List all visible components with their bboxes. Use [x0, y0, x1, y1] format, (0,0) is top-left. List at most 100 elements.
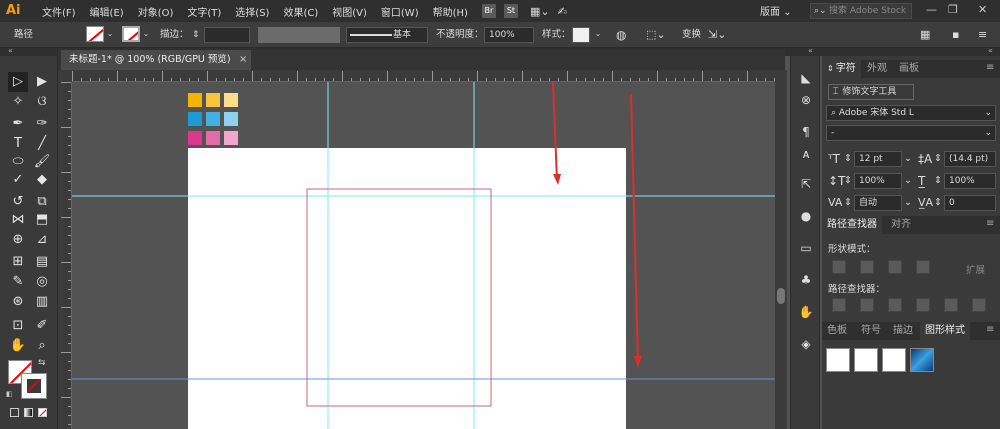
chevron-down-icon[interactable]: ⌄	[140, 27, 152, 41]
isolate-group-icon[interactable]: ⇲⌄	[708, 27, 726, 43]
type-tool-icon[interactable]: T	[8, 134, 28, 154]
tab-stroke[interactable]: 描边	[888, 322, 918, 340]
paragraph-styles-icon[interactable]: ¶	[798, 124, 814, 140]
gpu-performance-icon[interactable]: ✍	[558, 5, 567, 18]
graphic-style-swatch[interactable]	[572, 27, 590, 43]
brushes-panel-icon[interactable]: ✋	[798, 304, 814, 320]
double-chevron-icon[interactable]: «	[8, 46, 13, 55]
tab-align[interactable]: 对齐	[886, 216, 916, 234]
artboard-tool-icon[interactable]: ⊡	[8, 316, 28, 336]
column-graph-tool-icon[interactable]: ▥	[32, 292, 52, 312]
panel-menu-icon[interactable]: ≡	[986, 62, 994, 73]
pen-tool-icon[interactable]: ✒	[8, 114, 28, 134]
magic-wand-tool-icon[interactable]: ✧	[8, 92, 28, 112]
close-document-icon[interactable]: ×	[239, 50, 247, 70]
kerning-field[interactable]: 自动	[854, 195, 902, 211]
shape-builder-tool-icon[interactable]: ⊕	[8, 230, 28, 250]
variable-width-profile[interactable]	[258, 27, 340, 43]
panel-grid-icon[interactable]: ▪	[952, 27, 959, 43]
chevron-down-icon[interactable]: ⌄	[592, 27, 604, 41]
gradient-mode-button[interactable]	[24, 408, 33, 417]
gradient-tool-icon[interactable]: ▤	[32, 252, 52, 272]
eraser-tool-icon[interactable]: ◆	[32, 170, 52, 190]
expand-button[interactable]: 扩展	[966, 262, 985, 276]
horizontal-ruler[interactable]	[72, 70, 775, 82]
menu-edit[interactable]: 编辑(E)	[90, 4, 124, 19]
gradient-panel-icon[interactable]: ▭	[798, 240, 814, 256]
font-size-field[interactable]: 12 pt	[854, 151, 902, 167]
stroke-swatch[interactable]	[122, 26, 140, 42]
arrange-documents-icon[interactable]: ▦⌄	[530, 5, 550, 18]
menu-file[interactable]: 文件(F)	[42, 4, 76, 19]
font-style-dropdown[interactable]: - ⌄	[826, 125, 996, 141]
chevron-down-icon[interactable]: ⌄	[104, 27, 116, 41]
double-chevron-icon[interactable]: «	[808, 46, 813, 55]
layers-panel-icon[interactable]: ◈	[798, 336, 814, 352]
trim-button[interactable]	[860, 298, 874, 312]
fill-swatch[interactable]	[86, 26, 104, 42]
menu-select[interactable]: 选择(S)	[235, 4, 269, 19]
ruler-origin[interactable]	[58, 70, 72, 82]
symbol-sprayer-tool-icon[interactable]: ⊛	[8, 292, 28, 312]
transparency-panel-icon[interactable]: ●	[798, 208, 814, 224]
tab-character[interactable]: ⇕ 字符	[822, 60, 861, 78]
perspective-grid-tool-icon[interactable]: ⊿	[32, 230, 52, 250]
curvature-tool-icon[interactable]: ✑	[32, 114, 52, 134]
stock-search-input[interactable]: ⌕⌄ 搜索 Adobe Stock	[810, 3, 912, 19]
stepper-icon[interactable]: ⇕	[844, 153, 852, 164]
vertical-ruler[interactable]	[58, 82, 72, 429]
tab-appearance[interactable]: 外观	[862, 60, 892, 78]
panel-menu-icon[interactable]: ≡	[986, 324, 994, 335]
lasso-tool-icon[interactable]: ଓ	[32, 92, 52, 112]
menu-view[interactable]: 视图(V)	[332, 4, 367, 19]
leading-field[interactable]: (14.4 pt)	[944, 151, 996, 167]
graphic-style-4[interactable]	[910, 348, 934, 372]
swap-fill-stroke-icon[interactable]: ⇆	[38, 358, 46, 368]
double-chevron-icon[interactable]: «	[988, 46, 993, 55]
bridge-button[interactable]: Br	[481, 4, 496, 18]
none-mode-button[interactable]	[38, 408, 47, 417]
divide-button[interactable]	[832, 298, 846, 312]
graphic-style-default[interactable]	[826, 348, 850, 372]
chevron-down-icon[interactable]: ⌄	[904, 197, 912, 208]
stepper-icon[interactable]: ⇕	[934, 175, 942, 186]
panel-menu-icon[interactable]: ≡	[986, 218, 994, 229]
exclude-button[interactable]	[916, 260, 930, 274]
tab-swatches[interactable]: 色板	[822, 322, 852, 340]
close-button[interactable]: ✕	[978, 3, 987, 16]
minus-back-button[interactable]	[972, 298, 986, 312]
blend-tool-icon[interactable]: ◎	[32, 272, 52, 292]
scale-tool-icon[interactable]: ⧉	[32, 192, 52, 212]
menu-type[interactable]: 文字(T)	[187, 4, 221, 19]
stepper-icon[interactable]: ⇕	[844, 175, 852, 186]
canvas-area[interactable]	[72, 82, 775, 429]
minimize-button[interactable]: —	[926, 3, 937, 16]
tab-artboards[interactable]: 画板	[894, 60, 924, 78]
arrange-panels-icon[interactable]: ▦	[920, 27, 930, 43]
menu-object[interactable]: 对象(O)	[138, 4, 174, 19]
graphic-style-2[interactable]	[854, 348, 878, 372]
opacity-field[interactable]: 100%	[484, 27, 534, 43]
free-transform-tool-icon[interactable]: ⬒	[32, 210, 52, 230]
line-tool-icon[interactable]: ╱	[32, 134, 52, 154]
character-styles-icon[interactable]: ᴀ	[798, 146, 814, 162]
stepper-icon[interactable]: ⇕	[192, 27, 200, 43]
slice-tool-icon[interactable]: ✐	[32, 316, 52, 336]
chevron-down-icon[interactable]: ⌄	[904, 153, 912, 164]
merge-button[interactable]	[888, 298, 902, 312]
symbols-panel-icon[interactable]: ♣	[798, 272, 814, 288]
tracking-field[interactable]: 0	[944, 195, 996, 211]
chevron-down-icon[interactable]: ⌄	[904, 175, 912, 186]
align-icon[interactable]: ⬚⌄	[646, 27, 666, 43]
brush-definition-dropdown[interactable]: 基本	[346, 27, 428, 43]
intersect-button[interactable]	[888, 260, 902, 274]
export-asset-icon[interactable]: ⇱	[798, 176, 814, 192]
width-tool-icon[interactable]: ⋈	[8, 210, 28, 230]
scrollbar-thumb[interactable]	[777, 288, 785, 304]
horizontal-scale-field[interactable]: 100%	[944, 173, 996, 189]
opacity-label[interactable]: 不透明度：	[436, 27, 484, 43]
default-fill-stroke-icon[interactable]: ◧	[6, 390, 13, 398]
direct-selection-tool-icon[interactable]: ▶	[32, 72, 52, 92]
tab-graphic-styles[interactable]: 图形样式	[920, 322, 970, 340]
vertical-scrollbar[interactable]	[775, 70, 787, 429]
